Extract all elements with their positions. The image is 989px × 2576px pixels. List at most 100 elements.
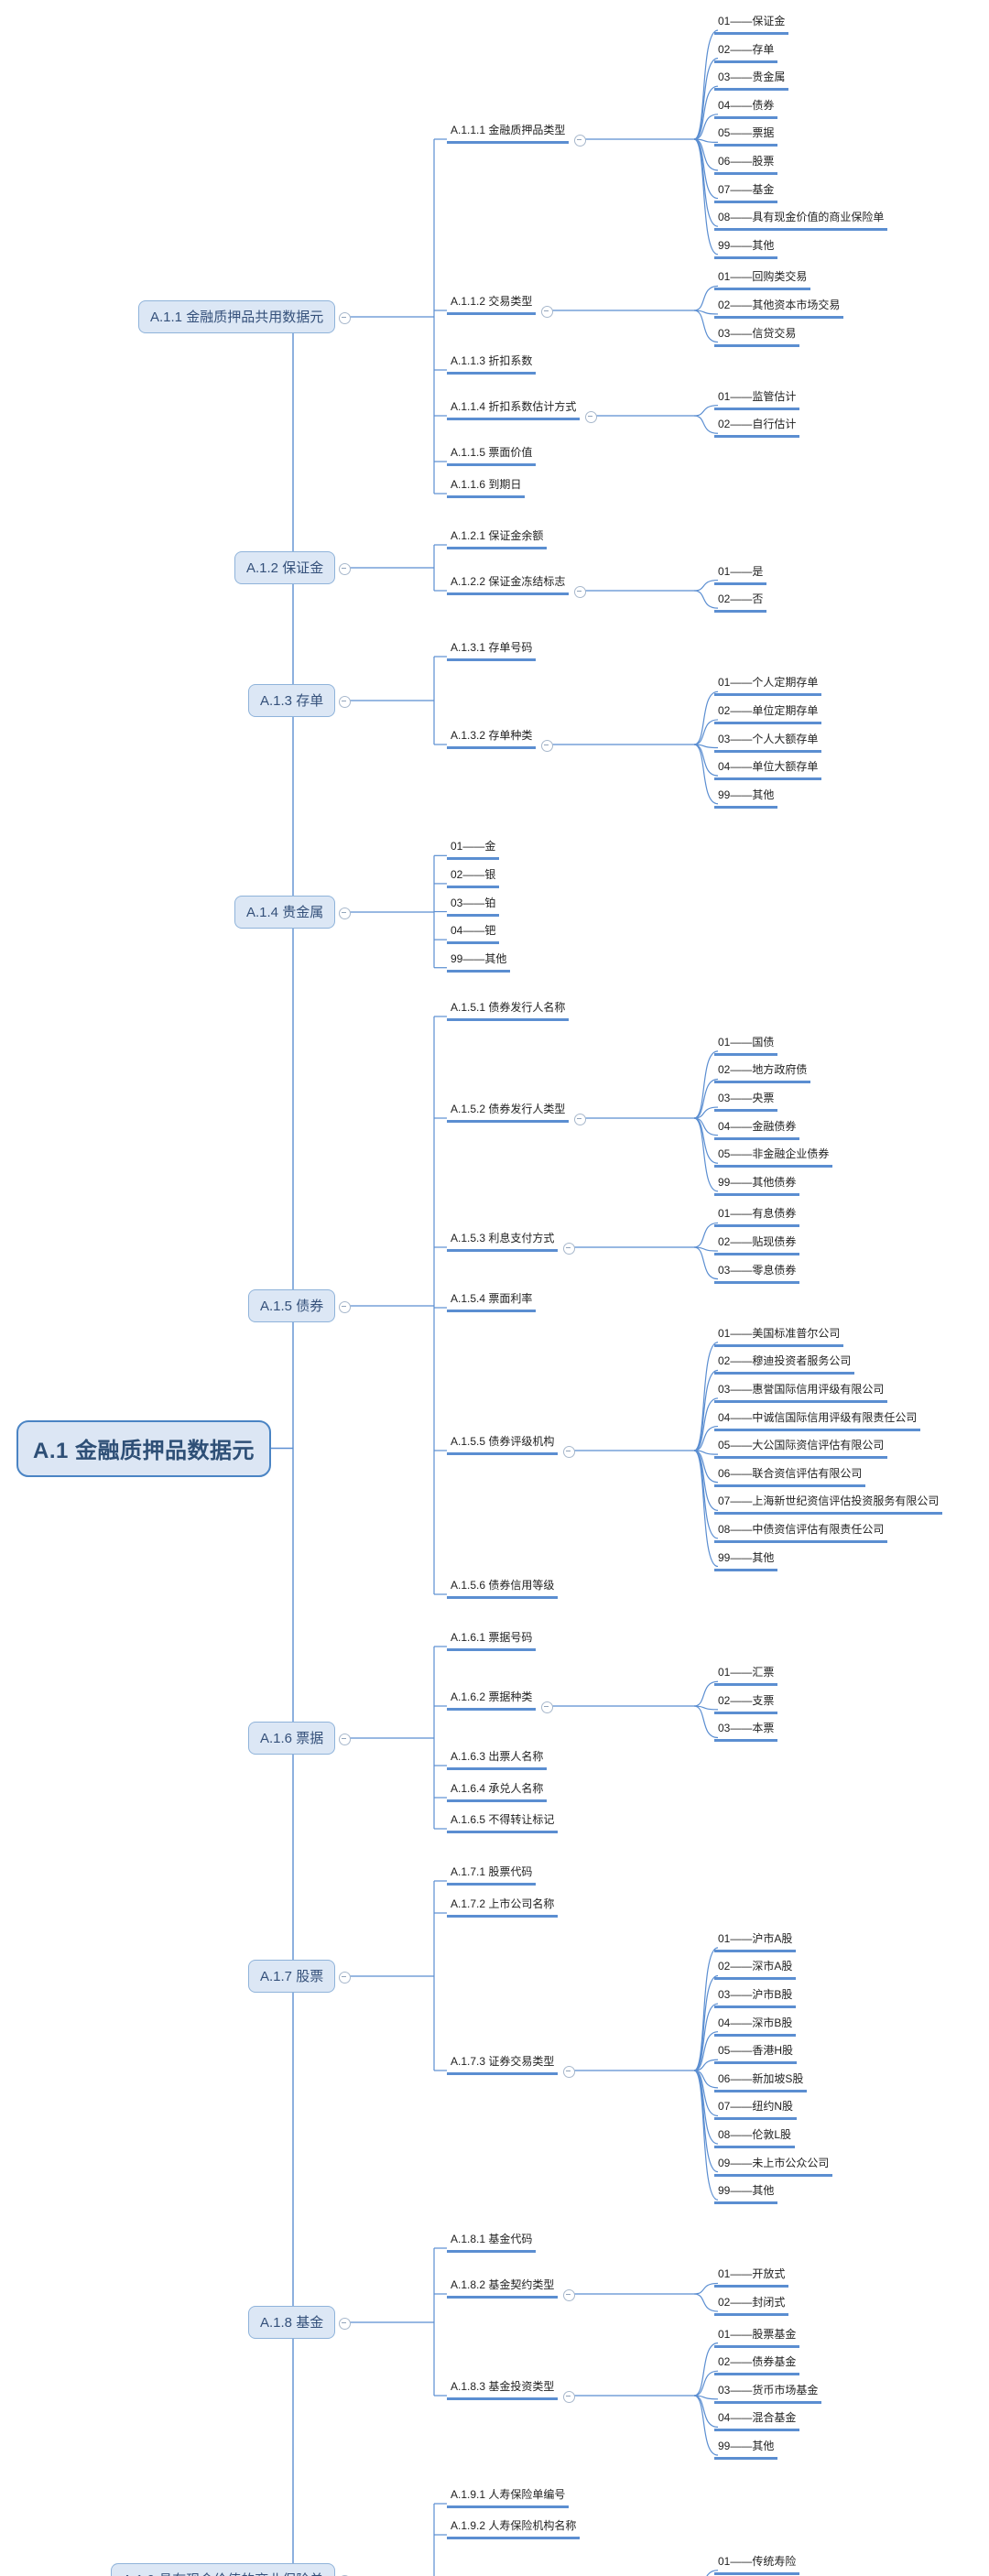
- mindmap-canvas: 01——保证金 02——存单 03——贵金属 04——债券 05——票据 06——股票 07…: [0, 0, 989, 2576]
- leaf-node: 06——联合资信评估有限公司: [714, 1465, 866, 1487]
- subnode: A.1.1.6 到期日: [447, 476, 526, 498]
- leaf-node: 03——个人大额存单: [714, 731, 822, 753]
- subnode: A.1.5.4 票面利率: [447, 1290, 537, 1312]
- leaf-node: 02——贴现债券: [714, 1234, 800, 1256]
- leaf-node: 05——大公国际资信评估有限公司: [714, 1437, 888, 1460]
- collapse-icon[interactable]: [339, 1971, 351, 1984]
- collapse-icon[interactable]: [339, 2317, 351, 2330]
- collapse-icon[interactable]: [339, 907, 351, 919]
- leaf-node: 99——其他: [714, 2182, 778, 2205]
- collapse-icon[interactable]: [563, 2390, 575, 2403]
- subnode: A.1.7.3 证券交易类型: [447, 2053, 559, 2075]
- leaf-node: 01——有息债券: [714, 1205, 800, 1228]
- branch-node-a14[interactable]: A.1.4 贵金属: [234, 896, 336, 929]
- leaf-node: 02——否: [714, 591, 767, 614]
- collapse-icon[interactable]: [541, 305, 553, 318]
- subnode: A.1.1.3 折扣系数: [447, 353, 537, 375]
- collapse-icon[interactable]: [585, 410, 597, 423]
- subnode: A.1.8.2 基金契约类型: [447, 2277, 559, 2299]
- branch-node-a12[interactable]: A.1.2 保证金: [234, 551, 336, 584]
- leaf-node: 04——钯: [447, 922, 500, 945]
- subnode: A.1.2.1 保证金余额: [447, 527, 548, 549]
- subnode: A.1.7.1 股票代码: [447, 1864, 537, 1886]
- leaf-node: 05——票据: [714, 125, 778, 147]
- leaf-node: 03——信贷交易: [714, 325, 800, 347]
- collapse-icon[interactable]: [574, 1113, 586, 1125]
- collapse-icon[interactable]: [339, 562, 351, 575]
- subnode: A.1.1.1 金融质押品类型: [447, 122, 570, 144]
- collapse-icon[interactable]: [339, 1300, 351, 1313]
- leaf-node: 03——铂: [447, 895, 500, 917]
- subnode: A.1.5.2 债券发行人类型: [447, 1101, 570, 1123]
- subnode: A.1.3.2 存单种类: [447, 727, 537, 749]
- leaf-node: 05——香港H股: [714, 2042, 798, 2065]
- leaf-node: 01——金: [447, 838, 500, 861]
- leaf-node: 01——保证金: [714, 13, 789, 35]
- leaf-node: 99——其他: [714, 1549, 778, 1571]
- leaf-node: 99——其他债券: [714, 1174, 800, 1196]
- subnode: A.1.6.5 不得转让标记: [447, 1811, 559, 1833]
- leaf-node: 02——深市A股: [714, 1958, 797, 1981]
- leaf-node: 04——深市B股: [714, 2015, 797, 2037]
- collapse-icon[interactable]: [541, 1701, 553, 1713]
- leaf-node: 02——封闭式: [714, 2294, 789, 2317]
- collapse-icon[interactable]: [563, 2288, 575, 2301]
- leaf-node: 03——贵金属: [714, 69, 789, 92]
- leaf-node: 09——未上市公众公司: [714, 2155, 833, 2177]
- leaf-node: 07——基金: [714, 181, 778, 203]
- subnode: A.1.1.4 折扣系数估计方式: [447, 398, 581, 420]
- leaf-node: 02——地方政府债: [714, 1061, 811, 1084]
- leaf-node: 03——零息债券: [714, 1262, 800, 1284]
- leaf-node: 02——支票: [714, 1692, 778, 1714]
- leaf-node: 03——沪市B股: [714, 1986, 797, 2009]
- leaf-node: 01——回购类交易: [714, 268, 811, 291]
- collapse-icon[interactable]: [339, 695, 351, 708]
- leaf-node: 02——穆迪投资者服务公司: [714, 1353, 855, 1375]
- leaf-node: 02——银: [447, 866, 500, 888]
- subnode: A.1.6.3 出票人名称: [447, 1748, 548, 1770]
- collapse-icon[interactable]: [541, 739, 553, 752]
- branch-node-a16[interactable]: A.1.6 票据: [248, 1722, 336, 1755]
- subnode: A.1.6.1 票据号码: [447, 1629, 537, 1651]
- collapse-icon[interactable]: [563, 1445, 575, 1458]
- collapse-icon[interactable]: [574, 585, 586, 598]
- collapse-icon[interactable]: [339, 311, 351, 324]
- subnode: A.1.8.1 基金代码: [447, 2231, 537, 2253]
- leaf-node: 02——存单: [714, 41, 778, 63]
- leaf-node: 99——其他: [714, 237, 778, 259]
- collapse-icon[interactable]: [339, 1733, 351, 1745]
- leaf-node: 99——其他: [447, 951, 511, 973]
- subnode: A.1.5.5 债券评级机构: [447, 1433, 559, 1455]
- leaf-node: 08——具有现金价值的商业保险单: [714, 209, 888, 232]
- collapse-icon[interactable]: [574, 134, 586, 147]
- branch-node-a13[interactable]: A.1.3 存单: [248, 684, 336, 717]
- leaf-node: 99——其他: [714, 2438, 778, 2460]
- branch-node-a17[interactable]: A.1.7 股票: [248, 1960, 336, 1993]
- leaf-node: 02——自行估计: [714, 416, 800, 439]
- leaf-node: 04——单位大额存单: [714, 758, 822, 781]
- leaf-node: 01——开放式: [714, 2266, 789, 2288]
- subnode: A.1.8.3 基金投资类型: [447, 2378, 559, 2400]
- leaf-node: 01——美国标准普尔公司: [714, 1325, 844, 1347]
- branch-node-a11[interactable]: A.1.1 金融质押品共用数据元: [138, 300, 336, 333]
- subnode: A.1.6.2 票据种类: [447, 1689, 537, 1711]
- subnode: A.1.5.1 债券发行人名称: [447, 999, 570, 1021]
- leaf-node: 07——上海新世纪资信评估投资服务有限公司: [714, 1493, 943, 1516]
- leaf-node: 03——本票: [714, 1720, 778, 1743]
- branch-node-a15[interactable]: A.1.5 债券: [248, 1289, 336, 1322]
- leaf-node: 08——中债资信评估有限责任公司: [714, 1521, 888, 1543]
- root-node[interactable]: A.1 金融质押品数据元: [16, 1420, 272, 1477]
- subnode: A.1.5.6 债券信用等级: [447, 1577, 559, 1599]
- subnode: A.1.9.2 人寿保险机构名称: [447, 2517, 581, 2539]
- collapse-icon[interactable]: [563, 2065, 575, 2078]
- leaf-node: 01——传统寿险: [714, 2553, 800, 2575]
- leaf-node: 02——其他资本市场交易: [714, 297, 844, 319]
- collapse-icon[interactable]: [563, 1242, 575, 1255]
- leaf-node: 03——央票: [714, 1090, 778, 1113]
- leaf-node: 99——其他: [714, 787, 778, 809]
- leaf-node: 01——汇票: [714, 1664, 778, 1687]
- branch-node-a18[interactable]: A.1.8 基金: [248, 2306, 336, 2339]
- subnode: A.1.5.3 利息支付方式: [447, 1230, 559, 1252]
- branch-node-a19[interactable]: A.1.9 具有现金价值的商业保险单: [111, 2563, 336, 2576]
- subnode: A.1.7.2 上市公司名称: [447, 1896, 559, 1918]
